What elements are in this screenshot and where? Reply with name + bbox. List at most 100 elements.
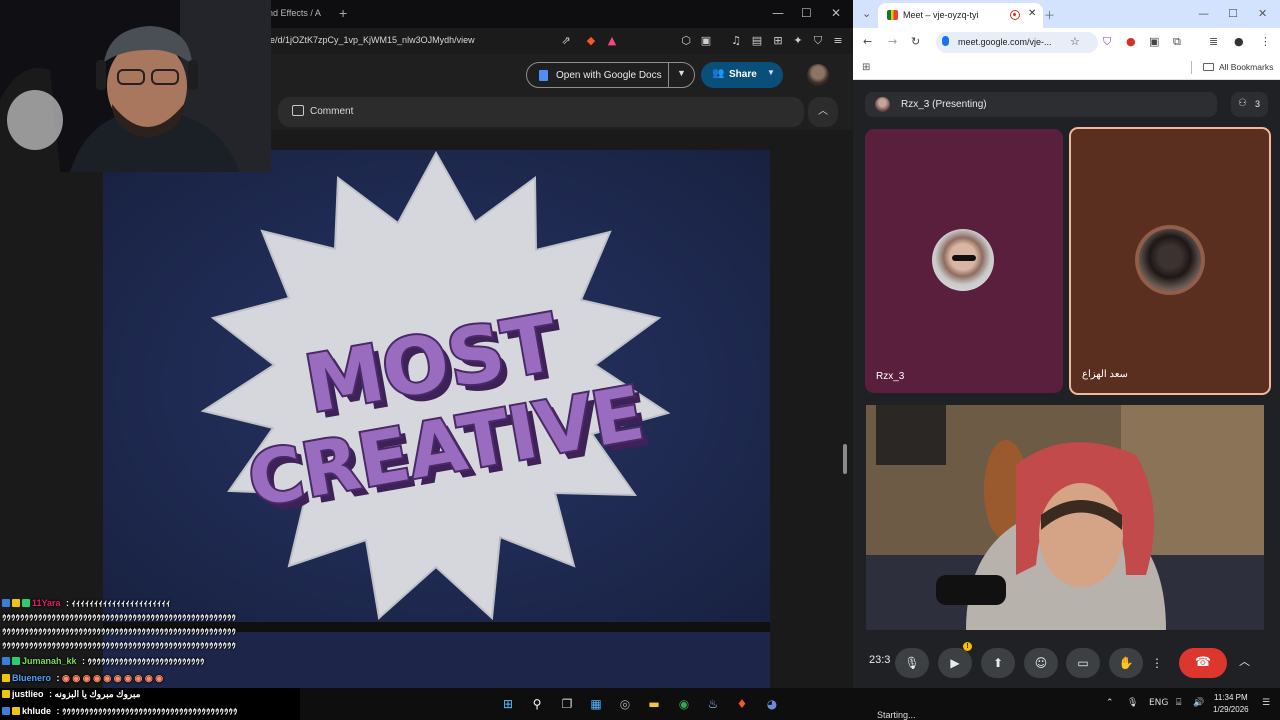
streamer-webcam-image [0,0,271,172]
captions-icon[interactable]: ▭ [1066,648,1100,678]
minimize-button[interactable]: — [772,6,784,20]
chevron-down-icon[interactable]: ▼ [677,68,686,78]
comment-button[interactable]: Comment [278,97,804,127]
more-menu-icon[interactable]: ⋮ [1260,35,1271,48]
share-button[interactable]: 👥 Share ▼ [701,62,783,88]
bookmarks-divider [1191,61,1192,74]
share-page-icon[interactable]: ⇗ [559,34,573,48]
ai-assistant-icon[interactable]: ✦ [791,34,805,48]
search-icon[interactable]: ⚲ [528,695,546,713]
sidebar-icon[interactable]: ▤ [750,34,764,48]
chat-text: ｩｩｩｩｩｩｩｩｩｩｩｩｩｩｩｩｩｩｩｩｩｩｩｩｩｩｩｩｩｩｩｩｩｩｩｩｩｩｩｩ… [2,640,237,650]
new-tab-button[interactable]: + [339,5,347,21]
file-explorer-icon[interactable]: ▬ [645,695,663,713]
vpn-shield-icon[interactable]: ⛉ [811,34,825,48]
chat-text: ｩｩｩｩｩｩｩｩｩｩｩｩｩｩｩｩｩｩｩｩｩｩｩｩｩｩ [85,656,205,666]
menu-icon[interactable]: ≡ [831,34,845,48]
people-icon: 👥 [712,68,725,79]
reload-icon[interactable]: ↻ [911,35,920,48]
chat-text: مبروك مبروك يا البزونه [52,689,141,699]
discord-icon[interactable]: ◕ [763,695,781,713]
media-icon[interactable]: ♫ [729,34,743,48]
brave-icon[interactable]: ♦ [733,695,751,713]
back-arrow-icon[interactable]: ← [863,35,872,48]
clock-date[interactable]: 1/29/2026 [1213,705,1249,714]
forward-arrow-icon[interactable]: → [888,35,897,48]
participants-chip[interactable]: ⚇ 3 [1231,92,1268,117]
emoji-reaction-icon[interactable]: ☺ [1024,648,1058,678]
tray-overflow-chevron-icon[interactable]: ⌃ [1106,698,1114,708]
close-tab-icon[interactable]: ✕ [1028,8,1036,19]
windows-taskbar: ⊞ ⚲ ❐ ▦ ◎ ▬ ◉ ♨ ♦ ◕ Starting... ⌃ 🎙 ENG … [300,688,1280,720]
chat-message: ｩｩｩｩｩｩｩｩｩｩｩｩｩｩｩｩｩｩｩｩｩｩｩｩｩｩｩｩｩｩｩｩｩｩｩｩｩｩｩｩ… [2,638,236,652]
chat-badge-icon [2,690,10,698]
brave-shields-icon[interactable]: ◆ [584,34,598,48]
chat-text: ｩｩｩｩｩｩｩｩｩｩｩｩｩｩｩｩｩｩｩｩｩｩｩｩｩｩｩｩｩｩｩｩｩｩｩｩｩｩｩｩ… [2,626,237,636]
apps-grid-icon[interactable]: ⊞ [862,62,870,73]
end-call-button-icon[interactable]: ☎ [1179,648,1227,678]
most-creative-badge: MOST MOST CREATIVE CREATIVE [200,150,671,621]
more-options-icon[interactable]: ⋮ [1146,648,1168,678]
brave-rewards-icon[interactable]: ▲ [605,34,619,48]
network-icon[interactable]: ⌸ [1176,698,1181,708]
maximize-button[interactable]: ☐ [801,6,812,20]
present-screen-icon[interactable]: ⬆ [981,648,1015,678]
address-url[interactable]: le/d/1jOZtK7zpCy_1vp_KjWM15_nlw3OJMydh/v… [268,35,475,45]
participant-count: 3 [1255,99,1261,109]
meet-tab[interactable]: Meet – vje-oyzq-tyi ✕ [878,3,1043,28]
close-window-button[interactable]: ✕ [1258,7,1267,20]
extension-opera-icon[interactable]: ● [1126,35,1136,48]
volume-icon[interactable]: 🔊 [1193,698,1204,708]
new-tab-icon[interactable]: ＋ [1044,7,1055,23]
chrome-icon[interactable]: ◉ [675,695,693,713]
extensions-icon[interactable]: ⬡ [679,34,693,48]
account-avatar[interactable] [807,64,829,86]
chevron-down-icon[interactable]: ▼ [767,68,775,77]
participant-tile-speaking[interactable]: سعد الهزاع [1069,127,1271,395]
chat-username: khlude [22,706,52,716]
store-icon[interactable]: ▦ [587,695,605,713]
chevron-up-icon[interactable]: ︿ [1239,653,1250,669]
tab-list-chevron-icon[interactable]: ⌄ [862,7,871,20]
extension-square-icon[interactable]: ▣ [1149,35,1159,48]
participant-tile-rzx3[interactable]: Rzx_3 [865,129,1063,393]
viewer-scrollbar[interactable] [843,444,847,474]
chat-username: Bluenero [12,673,52,683]
maximize-button[interactable]: ☐ [1228,7,1238,20]
extension-shield-icon[interactable]: ⛉ [1103,35,1111,49]
all-bookmarks-link[interactable]: All Bookmarks [1219,62,1273,72]
raise-hand-icon[interactable]: ✋ [1109,648,1143,678]
windows-start-icon[interactable]: ⊞ [499,695,517,713]
language-indicator[interactable]: ENG [1149,698,1168,708]
presenting-banner[interactable]: Rzx_3 (Presenting) [865,92,1217,117]
tab-search-icon[interactable]: ▣ [699,34,713,48]
media-controls-icon[interactable]: ≣ [1209,35,1218,48]
chat-badge-icon [12,657,20,665]
obs-icon[interactable]: ◎ [616,695,634,713]
microphone-tray-icon[interactable]: 🎙 [1127,698,1138,708]
browser-tab[interactable]: nd Effects / A [268,8,321,18]
self-video-view[interactable] [866,405,1264,630]
task-view-icon[interactable]: ❐ [558,695,576,713]
steam-icon[interactable]: ♨ [704,695,722,713]
warning-badge-icon: ! [963,642,972,651]
participant-name: سعد الهزاع [1082,369,1128,380]
profile-avatar-icon[interactable]: ● [1234,35,1244,48]
participant-avatar [1139,229,1201,291]
notifications-icon[interactable]: ☰ [1262,698,1270,708]
chat-text: ｨｨｨｨｨｨｨｨｨｨｨｨｨｨｨｨｨｨｨｨｨｨ [69,598,171,608]
sunglasses-detail [952,255,976,261]
camera-button-icon[interactable]: ▶ [938,648,972,678]
open-with-google-docs-button[interactable]: Open with Google Docs ▼ [526,62,695,88]
minimize-button[interactable]: — [1198,7,1209,20]
microphone-button-icon[interactable]: 🎙 [895,648,929,678]
recording-indicator-icon [1010,10,1020,20]
reading-list-icon[interactable]: ⊞ [771,34,785,48]
clock-time[interactable]: 11:34 PM [1214,693,1248,702]
chat-text: ｩｩｩｩｩｩｩｩｩｩｩｩｩｩｩｩｩｩｩｩｩｩｩｩｩｩｩｩｩｩｩｩｩｩｩｩｩｩｩ [59,706,238,716]
extensions-puzzle-icon[interactable]: ⧉ [1173,35,1181,49]
bookmark-star-icon[interactable]: ☆ [1070,35,1080,48]
collapse-chevron-up-icon[interactable]: ︿ [808,97,838,127]
google-meet-icon [887,10,898,20]
close-window-button[interactable]: ✕ [831,6,841,20]
